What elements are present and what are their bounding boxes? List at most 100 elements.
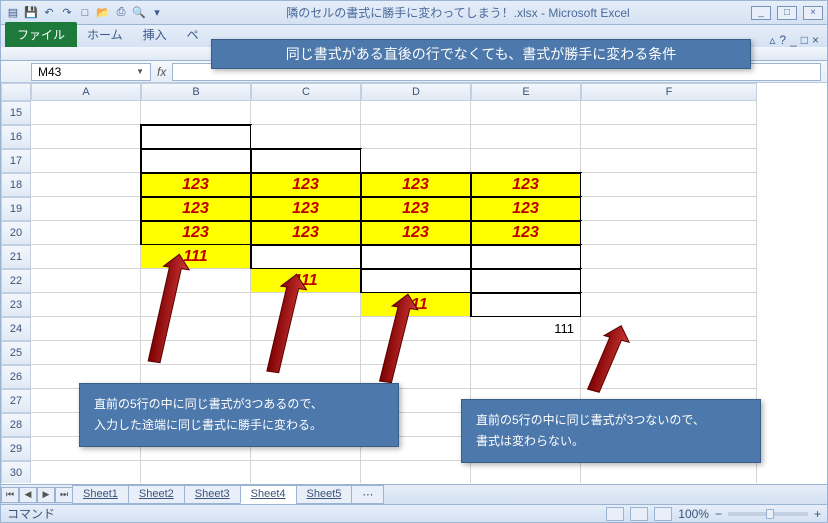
cell-C19[interactable]: 123 [251,197,361,221]
chevron-down-icon[interactable]: ▼ [136,67,144,76]
sheet-nav-last[interactable]: ⏭ [55,487,73,503]
row-header[interactable]: 17 [1,149,31,173]
cell-B30[interactable] [141,461,251,483]
zoom-in-button[interactable]: + [814,507,821,521]
cell-E17[interactable] [471,149,581,173]
cell-F16[interactable] [581,125,757,149]
cell-A20[interactable] [31,221,141,245]
column-header[interactable]: A [31,83,141,101]
cell-F23[interactable] [581,293,757,317]
row-header[interactable]: 16 [1,125,31,149]
sheet-tab-Sheet1[interactable]: Sheet1 [72,485,129,504]
cell-B23[interactable] [141,293,251,317]
row-header[interactable]: 24 [1,317,31,341]
row-header[interactable]: 15 [1,101,31,125]
cell-E15[interactable] [471,101,581,125]
cell-F22[interactable] [581,269,757,293]
minimize-button[interactable]: _ [751,6,771,20]
sheet-tab-Sheet4[interactable]: Sheet4 [240,485,297,504]
cell-A23[interactable] [31,293,141,317]
row-header[interactable]: 25 [1,341,31,365]
cell-F25[interactable] [581,341,757,365]
tab-home[interactable]: ホーム [77,22,133,47]
cell-C30[interactable] [251,461,361,483]
view-break-button[interactable] [654,507,672,521]
cell-C22[interactable]: 111 [251,269,361,293]
column-header[interactable]: E [471,83,581,101]
cell-D15[interactable] [361,101,471,125]
view-normal-button[interactable] [606,507,624,521]
cell-D21[interactable] [361,245,471,269]
zoom-slider[interactable] [728,512,808,516]
sheet-nav-first[interactable]: ⏮ [1,487,19,503]
column-header[interactable]: C [251,83,361,101]
sheet-nav-prev[interactable]: ◀ [19,487,37,503]
close-button[interactable]: × [803,6,823,20]
name-box[interactable]: M43 ▼ [31,63,151,81]
cell-E21[interactable] [471,245,581,269]
cell-A24[interactable] [31,317,141,341]
row-header[interactable]: 23 [1,293,31,317]
cell-E18[interactable]: 123 [471,173,581,197]
doc-min-icon[interactable]: _ [790,33,797,47]
cell-A16[interactable] [31,125,141,149]
cell-F26[interactable] [581,365,757,389]
cell-D24[interactable] [361,317,471,341]
cell-E19[interactable]: 123 [471,197,581,221]
doc-close-icon[interactable]: × [812,33,819,47]
cell-B20[interactable]: 123 [141,221,251,245]
cell-A18[interactable] [31,173,141,197]
cell-C23[interactable] [251,293,361,317]
cell-D22[interactable] [361,269,471,293]
qat-dropdown-icon[interactable]: ▾ [149,5,165,21]
sheet-tab-Sheet2[interactable]: Sheet2 [128,485,185,504]
open-icon[interactable]: 📂 [95,5,111,21]
tab-insert[interactable]: 挿入 [133,22,177,47]
worksheet-grid[interactable]: ABCDEF 151617181231231231231912312312312… [1,83,827,483]
cell-B21[interactable]: 111 [141,245,251,269]
cell-E16[interactable] [471,125,581,149]
cell-C20[interactable]: 123 [251,221,361,245]
undo-icon[interactable]: ↶ [41,5,57,21]
view-layout-button[interactable] [630,507,648,521]
row-header[interactable]: 30 [1,461,31,483]
row-header[interactable]: 22 [1,269,31,293]
column-header[interactable]: F [581,83,757,101]
cell-C21[interactable] [251,245,361,269]
cell-B19[interactable]: 123 [141,197,251,221]
cell-D20[interactable]: 123 [361,221,471,245]
save-icon[interactable]: 💾 [23,5,39,21]
cell-F18[interactable] [581,173,757,197]
cell-E22[interactable] [471,269,581,293]
cell-A15[interactable] [31,101,141,125]
zoom-out-button[interactable]: − [715,507,722,521]
row-header[interactable]: 18 [1,173,31,197]
tab-file[interactable]: ファイル [5,22,77,47]
cell-D19[interactable]: 123 [361,197,471,221]
cell-F20[interactable] [581,221,757,245]
sheet-nav-next[interactable]: ▶ [37,487,55,503]
help-icon[interactable]: ? [779,33,786,47]
cell-C16[interactable] [251,125,361,149]
redo-icon[interactable]: ↷ [59,5,75,21]
column-header[interactable]: D [361,83,471,101]
cell-A19[interactable] [31,197,141,221]
cell-D18[interactable]: 123 [361,173,471,197]
column-header[interactable]: B [141,83,251,101]
cell-E26[interactable] [471,365,581,389]
row-header[interactable]: 21 [1,245,31,269]
cell-F21[interactable] [581,245,757,269]
cell-B18[interactable]: 123 [141,173,251,197]
cell-F24[interactable] [581,317,757,341]
fx-icon[interactable]: fx [157,65,166,79]
doc-max-icon[interactable]: □ [801,33,808,47]
row-header[interactable]: 26 [1,365,31,389]
cell-C17[interactable] [251,149,361,173]
row-header[interactable]: 29 [1,437,31,461]
row-header[interactable]: 20 [1,221,31,245]
cell-D16[interactable] [361,125,471,149]
cell-B15[interactable] [141,101,251,125]
row-header[interactable]: 28 [1,413,31,437]
sheet-tab-Sheet5[interactable]: Sheet5 [296,485,353,504]
cell-E30[interactable] [471,461,581,483]
